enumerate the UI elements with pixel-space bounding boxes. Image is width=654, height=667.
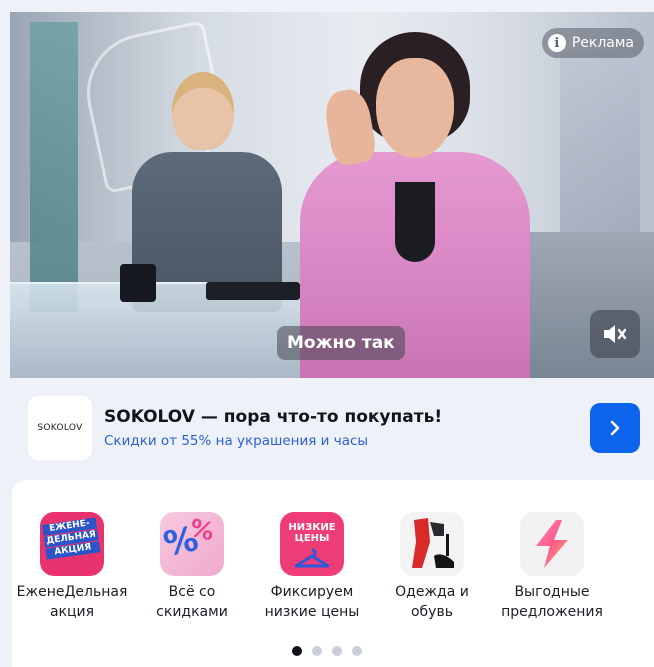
pager-dot[interactable] (352, 646, 362, 656)
ad-card[interactable]: i Реклама Можно так SOKOLOV SOKOLOV — по… (10, 12, 654, 478)
weekly-promo-icon: ЕЖЕНЕ- ДЕЛЬНАЯ АКЦИЯ (40, 512, 104, 576)
go-button[interactable] (590, 403, 640, 453)
category-carousel: ЕЖЕНЕ- ДЕЛЬНАЯ АКЦИЯ ЕженеДельная акция … (12, 480, 654, 667)
category-all-discounts[interactable]: %% Всё со скидками (132, 512, 252, 622)
promo-title: SOKOLOV — пора что-то покупать! (104, 407, 443, 427)
pager-dot[interactable] (312, 646, 322, 656)
speaker-muted-icon (604, 325, 627, 343)
chevron-right-icon (610, 420, 620, 436)
category-label: ЕженеДельная акция (16, 584, 128, 620)
lightning-icon (520, 512, 584, 576)
mute-button[interactable] (590, 310, 640, 358)
promo-subtitle: Скидки от 55% на украшения и часы (104, 433, 369, 449)
promo-bar[interactable]: SOKOLOV SOKOLOV — пора что-то покупать! … (10, 378, 654, 478)
category-label: Выгодные предложения (501, 584, 603, 620)
promo-text: SOKOLOV — пора что-то покупать! Скидки о… (104, 407, 590, 449)
clothes-shoes-icon (400, 512, 464, 576)
category-row: ЕЖЕНЕ- ДЕЛЬНАЯ АКЦИЯ ЕженеДельная акция … (12, 512, 654, 622)
category-label: Фиксируем низкие цены (264, 584, 360, 620)
ad-video[interactable]: i Реклама Можно так (10, 12, 654, 378)
category-weekly-promo[interactable]: ЕЖЕНЕ- ДЕЛЬНАЯ АКЦИЯ ЕженеДельная акция (12, 512, 132, 622)
info-icon: i (547, 34, 566, 52)
brand-logo: SOKOLOV (28, 396, 92, 460)
page: i Реклама Можно так SOKOLOV SOKOLOV — по… (0, 0, 654, 667)
ad-badge[interactable]: i Реклама (541, 28, 644, 58)
category-label: Одежда и обувь (395, 584, 469, 620)
pager-dot[interactable] (332, 646, 342, 656)
category-fixed-low-prices[interactable]: НИЗКИЕ ЦЕНЫ Фиксируем низкие цены (252, 512, 372, 622)
ad-badge-label: Реклама (571, 35, 634, 51)
category-clothes-shoes[interactable]: Одежда и обувь (372, 512, 492, 622)
pager-dot[interactable] (292, 646, 302, 656)
percent-icon: %% (160, 512, 224, 576)
video-caption: Можно так (277, 326, 405, 360)
category-label: Всё со скидками (156, 584, 228, 620)
category-best-deals[interactable]: Выгодные предложения (492, 512, 612, 622)
hanger-icon (294, 548, 330, 568)
low-prices-icon: НИЗКИЕ ЦЕНЫ (280, 512, 344, 576)
carousel-pager (292, 646, 362, 656)
